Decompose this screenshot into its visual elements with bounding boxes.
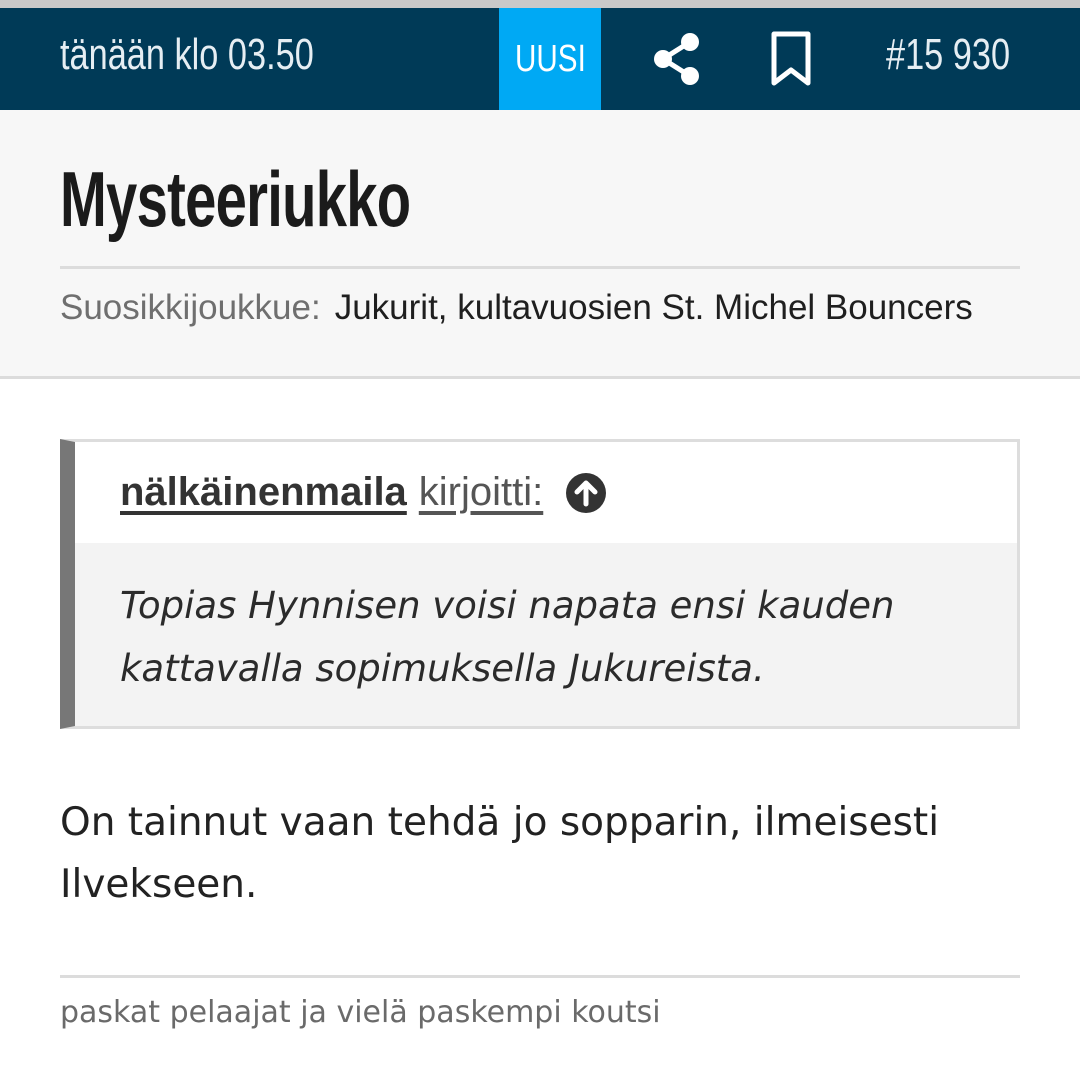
- quote-author-link[interactable]: nälkäinenmaila: [120, 470, 407, 515]
- new-badge: UUSI: [499, 8, 601, 110]
- favorite-team-label: Suosikkijoukkue:: [60, 288, 321, 327]
- bookmark-button[interactable]: [768, 30, 814, 88]
- bookmark-icon: [771, 31, 811, 86]
- post-timestamp: tänään klo 03.50: [60, 30, 314, 79]
- author-username[interactable]: Mysteeriukko: [60, 154, 411, 245]
- share-button[interactable]: [650, 32, 704, 86]
- post-header-bar: tänään klo 03.50 UUSI #15 930: [0, 8, 1080, 110]
- quote-wrote-link[interactable]: kirjoitti:: [419, 470, 543, 515]
- author-panel: Mysteeriukko Suosikkijoukkue: Jukurit, ku…: [0, 110, 1080, 379]
- share-icon: [654, 33, 699, 85]
- arrow-up-circle-icon: [566, 472, 607, 513]
- favorite-team-row: Suosikkijoukkue: Jukurit, kultavuosien St…: [60, 288, 973, 328]
- quote-block: nälkäinenmaila kirjoitti: Topias Hynnise…: [60, 439, 1020, 729]
- favorite-team-value: Jukurit, kultavuosien St. Michel Bouncer…: [334, 288, 973, 327]
- quote-text: Topias Hynnisen voisi napata ensi kauden…: [120, 584, 895, 690]
- post-text: On tainnut vaan tehdä jo sopparin, ilmei…: [60, 800, 940, 907]
- new-badge-label: UUSI: [514, 37, 586, 80]
- user-signature: paskat pelaajat ja vielä paskempi koutsi: [60, 995, 661, 1030]
- top-edge: [0, 0, 1080, 8]
- quote-header: nälkäinenmaila kirjoitti:: [75, 442, 1017, 543]
- jump-to-quoted-button[interactable]: [565, 472, 607, 514]
- signature-divider: [60, 975, 1020, 978]
- author-divider: [60, 266, 1020, 269]
- post-number[interactable]: #15 930: [886, 30, 1010, 80]
